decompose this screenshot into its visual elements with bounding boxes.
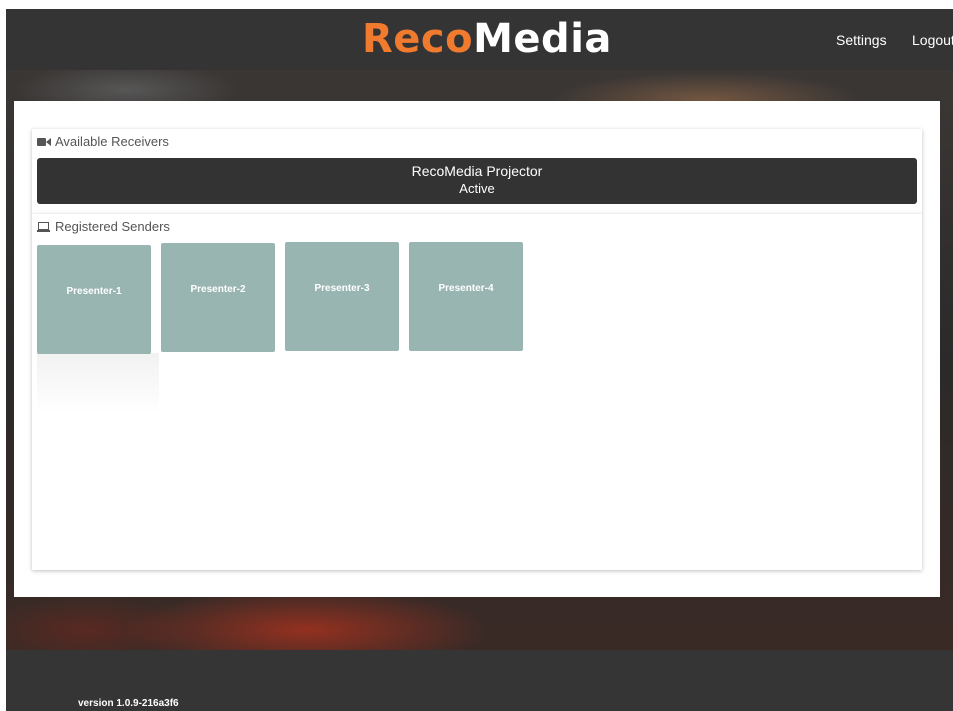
logo-part-media: Media <box>473 16 612 62</box>
receivers-title: Available Receivers <box>55 134 169 149</box>
footer: version 1.0.9-216a3f6 <box>6 650 953 711</box>
receiver-name: RecoMedia Projector <box>411 163 543 179</box>
main-panel: Available Receivers RecoMedia Projector … <box>14 101 940 597</box>
recomedia-logo: RecoMedia <box>362 14 612 64</box>
version-label: version 1.0.9-216a3f6 <box>78 698 179 709</box>
senders-heading: Registered Senders <box>37 219 170 234</box>
receivers-heading: Available Receivers <box>37 134 169 149</box>
sender-tile-presenter-3[interactable]: Presenter-3 <box>285 242 399 351</box>
receiver-status: Active <box>459 181 495 196</box>
senders-title: Registered Senders <box>55 219 170 234</box>
app-window: RecoMedia Settings Logout Available Rece… <box>6 9 953 711</box>
sender-label: Presenter-3 <box>314 283 370 294</box>
drag-shadow <box>37 353 159 413</box>
laptop-icon <box>37 221 51 232</box>
sender-tile-presenter-2[interactable]: Presenter-2 <box>161 243 275 352</box>
receiver-item[interactable]: RecoMedia Projector Active <box>37 158 917 204</box>
receivers-card: Available Receivers RecoMedia Projector … <box>32 129 922 214</box>
video-camera-icon <box>37 137 51 147</box>
sender-tile-presenter-1[interactable]: Presenter-1 <box>37 245 151 354</box>
top-header: RecoMedia Settings Logout <box>6 9 953 70</box>
sender-label: Presenter-2 <box>190 284 246 295</box>
logout-link[interactable]: Logout <box>912 32 953 48</box>
senders-card: Registered Senders Presenter-1 Presenter… <box>32 214 922 570</box>
sender-tile-presenter-4[interactable]: Presenter-4 <box>409 242 523 351</box>
settings-link[interactable]: Settings <box>836 32 887 48</box>
logo-part-reco: Reco <box>362 16 474 62</box>
sender-label: Presenter-1 <box>66 286 122 297</box>
sender-label: Presenter-4 <box>438 283 494 294</box>
